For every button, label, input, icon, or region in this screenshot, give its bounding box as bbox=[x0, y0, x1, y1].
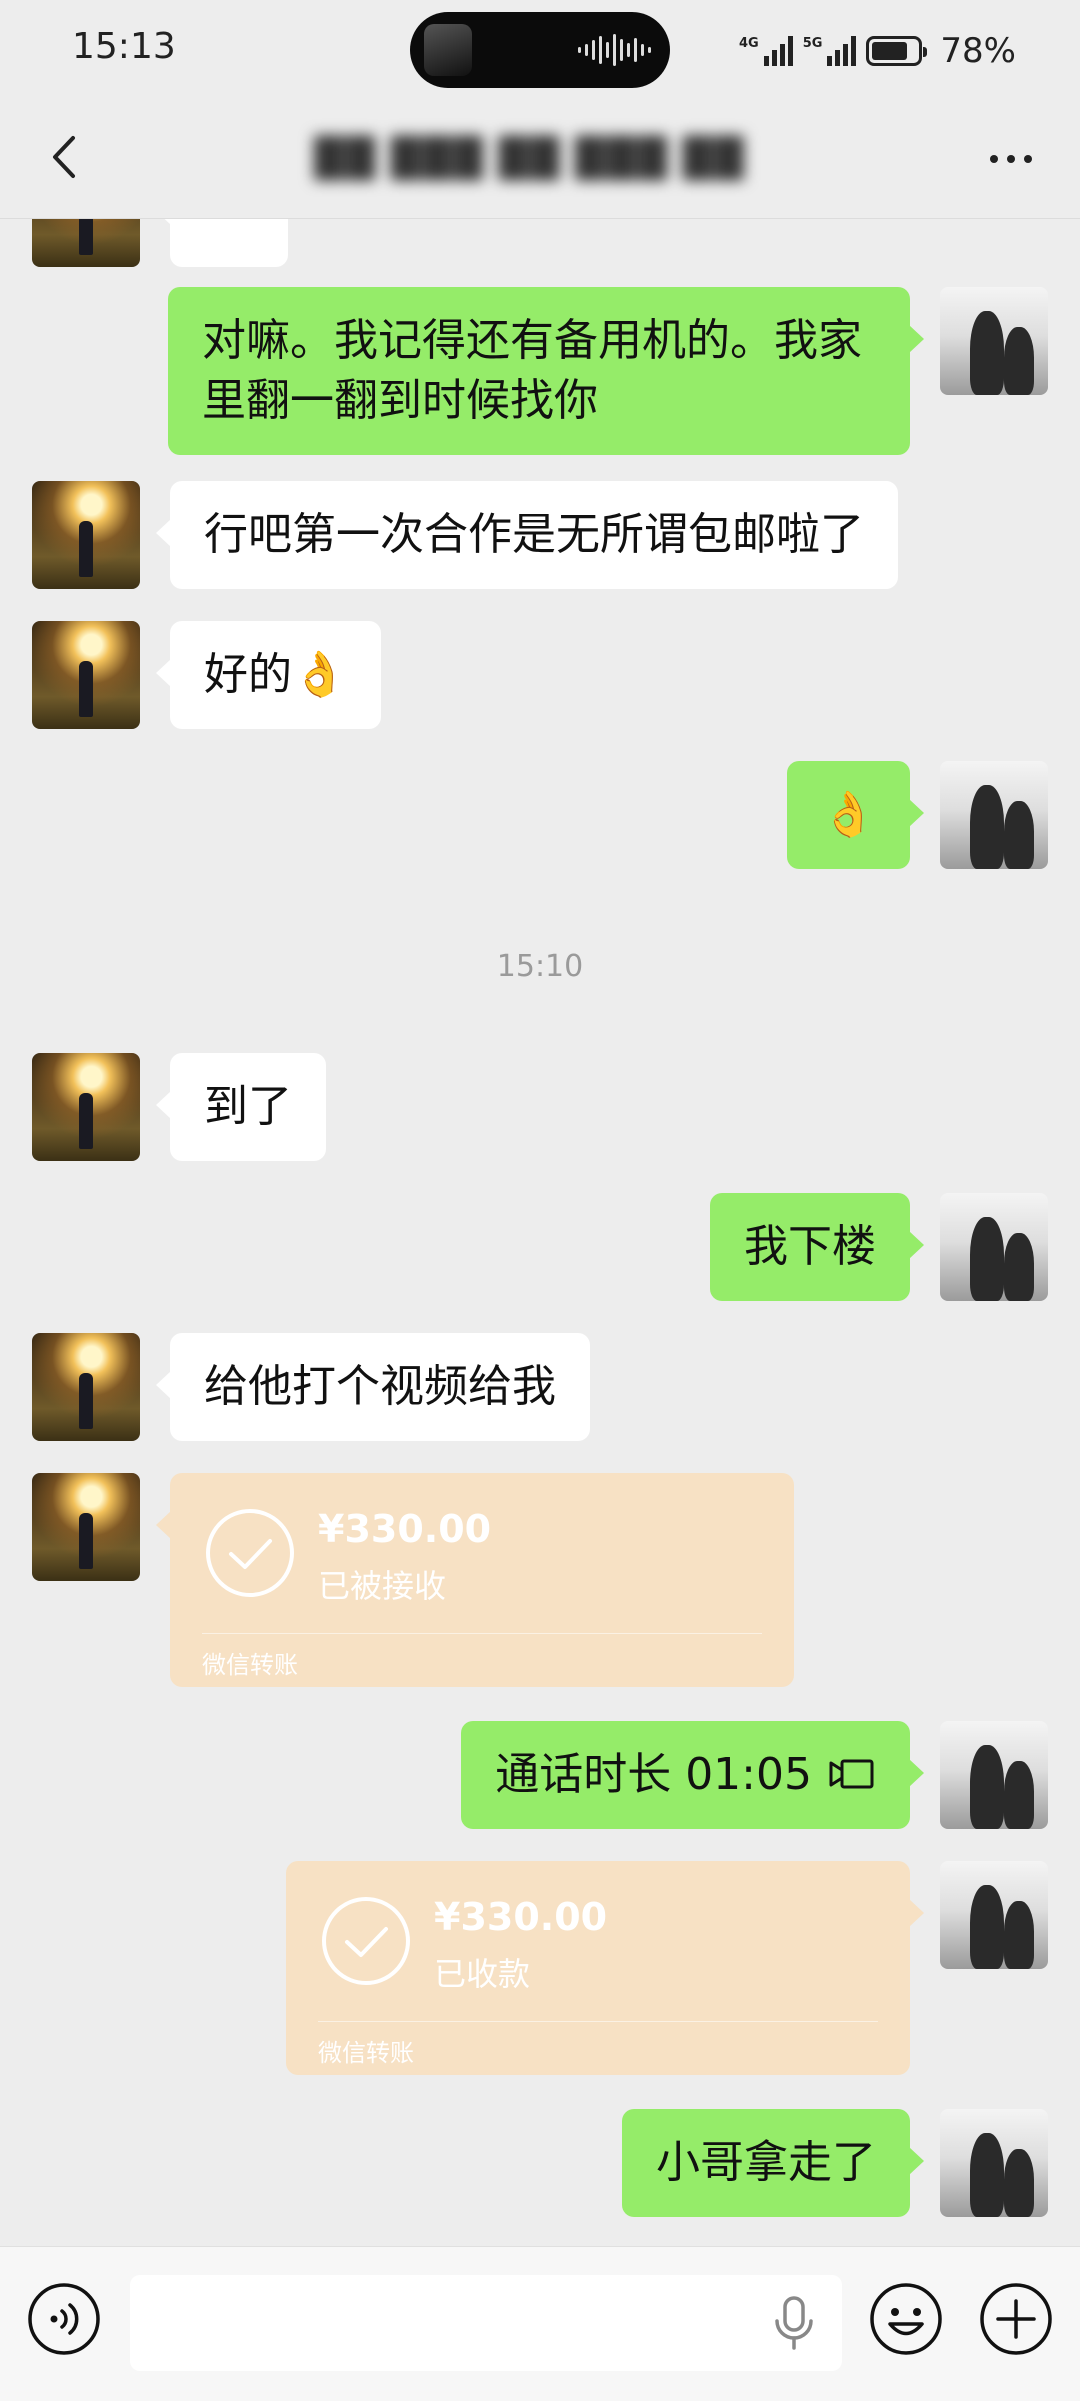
chevron-left-icon bbox=[53, 136, 75, 178]
transfer-divider bbox=[202, 1633, 762, 1634]
chat-header: ██ ███ ██ ███ ██ bbox=[0, 100, 1080, 219]
message-text: 好的 bbox=[204, 649, 292, 700]
back-button[interactable] bbox=[30, 122, 100, 192]
audio-wave-icon bbox=[578, 34, 651, 66]
voice-mode-button[interactable] bbox=[26, 2281, 102, 2357]
input-bar bbox=[0, 2246, 1080, 2401]
message-bubble[interactable]: 对嘛。我记得还有备用机的。我家里翻一翻到时候找你 bbox=[168, 287, 924, 455]
video-call-icon bbox=[829, 1759, 874, 1789]
my-avatar[interactable] bbox=[940, 2109, 1048, 2217]
microphone-icon bbox=[775, 2296, 813, 2350]
transfer-status: 已收款 bbox=[434, 1955, 531, 1993]
media-thumbnail bbox=[424, 24, 472, 76]
message-list[interactable]: 对嘛。我记得还有备用机的。我家里翻一翻到时候找你 行吧第一次合作是无所谓包邮啦了… bbox=[0, 219, 1080, 2245]
transfer-status: 已被接收 bbox=[318, 1567, 447, 1605]
emoji-icon bbox=[870, 2283, 942, 2355]
transfer-amount: ¥330.00 bbox=[318, 1507, 492, 1551]
dynamic-island[interactable] bbox=[410, 12, 670, 88]
contact-avatar[interactable] bbox=[32, 481, 140, 589]
my-avatar[interactable] bbox=[940, 287, 1048, 395]
contact-avatar[interactable] bbox=[32, 219, 140, 267]
transfer-amount: ¥330.00 bbox=[434, 1895, 608, 1939]
message-bubble[interactable]: 我下楼 bbox=[710, 1193, 924, 1301]
message-bubble[interactable]: 好的👌 bbox=[156, 621, 381, 729]
message-bubble[interactable]: 小哥拿走了 bbox=[622, 2109, 924, 2217]
status-icons: 4G 5G 78% bbox=[739, 26, 1016, 76]
my-avatar[interactable] bbox=[940, 1721, 1048, 1829]
my-avatar[interactable] bbox=[940, 761, 1048, 869]
call-record-bubble[interactable]: 通话时长 01:05 bbox=[461, 1721, 924, 1829]
network-label-2: 5G bbox=[802, 36, 823, 51]
message-bubble[interactable]: 到了 bbox=[156, 1053, 326, 1161]
more-button[interactable] bbox=[976, 134, 1046, 184]
signal-4g-icon: 4G bbox=[739, 36, 793, 66]
transfer-footer: 微信转账 bbox=[202, 1651, 298, 1679]
battery-icon bbox=[866, 36, 928, 66]
more-dots-icon bbox=[990, 155, 998, 163]
contact-avatar[interactable] bbox=[32, 1053, 140, 1161]
transfer-divider bbox=[318, 2021, 878, 2022]
transfer-card[interactable]: ¥330.00 已收款 微信转账 bbox=[286, 1861, 924, 2075]
call-duration-text: 通话时长 01:05 bbox=[495, 1749, 812, 1800]
microphone-button[interactable] bbox=[762, 2291, 826, 2355]
emoji-bubble[interactable]: 👌 bbox=[787, 761, 924, 869]
my-avatar[interactable] bbox=[940, 1861, 1048, 1969]
contact-avatar[interactable] bbox=[32, 1473, 140, 1581]
network-label-1: 4G bbox=[738, 36, 759, 51]
transfer-card[interactable]: ¥330.00 已被接收 微信转账 bbox=[156, 1473, 794, 1687]
ok-hand-emoji: 👌 bbox=[292, 649, 347, 700]
battery-percent: 78% bbox=[940, 31, 1016, 71]
voice-mode-icon bbox=[28, 2283, 100, 2355]
my-avatar[interactable] bbox=[940, 1193, 1048, 1301]
contact-avatar[interactable] bbox=[32, 1333, 140, 1441]
chat-title: ██ ███ ██ ███ ██ bbox=[314, 136, 746, 180]
message-bubble[interactable]: 给他打个视频给我 bbox=[156, 1333, 590, 1441]
status-bar: 15:13 4G 5G 78% bbox=[0, 0, 1080, 100]
message-bubble-partial[interactable] bbox=[156, 219, 288, 267]
message-timestamp: 15:10 bbox=[496, 949, 584, 984]
signal-5g-icon: 5G bbox=[803, 36, 857, 66]
more-functions-button[interactable] bbox=[978, 2281, 1054, 2357]
transfer-footer: 微信转账 bbox=[318, 2039, 414, 2067]
check-circle-icon bbox=[322, 1897, 410, 1985]
status-time: 15:13 bbox=[72, 26, 176, 67]
plus-icon bbox=[980, 2283, 1052, 2355]
check-circle-icon bbox=[206, 1509, 294, 1597]
contact-avatar[interactable] bbox=[32, 621, 140, 729]
message-input[interactable] bbox=[130, 2275, 842, 2371]
battery-level-fill bbox=[872, 42, 907, 60]
emoji-button[interactable] bbox=[868, 2281, 944, 2357]
message-bubble[interactable]: 行吧第一次合作是无所谓包邮啦了 bbox=[156, 481, 898, 589]
